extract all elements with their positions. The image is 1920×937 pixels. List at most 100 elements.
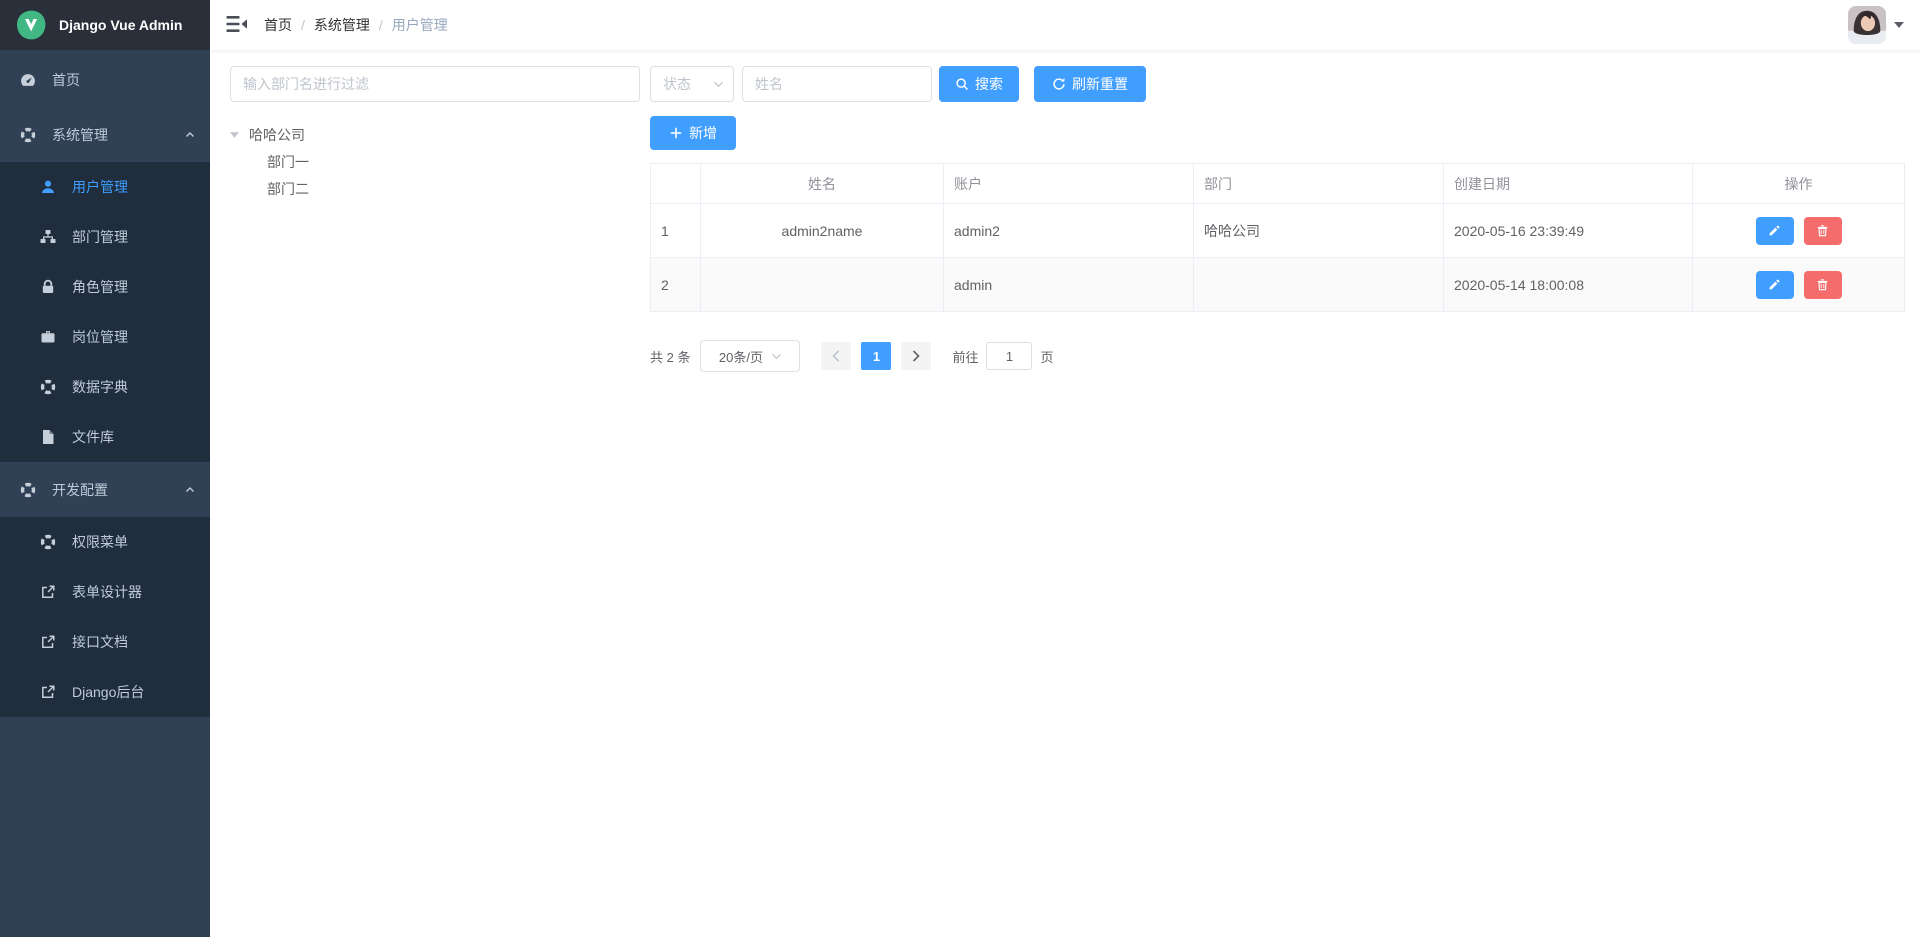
sidebar-collapse-icon[interactable] <box>226 15 248 35</box>
breadcrumb-item-system[interactable]: 系统管理 <box>314 15 370 35</box>
cell-department <box>1194 258 1444 312</box>
refresh-reset-button[interactable]: 刷新重置 <box>1034 66 1146 102</box>
sidebar: Django Vue Admin 首页 系统管理 用户管理 <box>0 0 210 937</box>
arrow-right-icon <box>912 350 920 362</box>
external-link-icon <box>40 684 56 700</box>
breadcrumb: 首页 / 系统管理 / 用户管理 <box>264 15 448 35</box>
arrow-left-icon <box>832 350 840 362</box>
department-tree: 哈哈公司 部门一 部门二 <box>230 122 640 202</box>
department-filter-input[interactable] <box>230 66 640 102</box>
external-link-icon <box>40 634 56 650</box>
briefcase-icon <box>40 329 56 345</box>
status-select-placeholder: 状态 <box>663 74 691 94</box>
search-button-label: 搜索 <box>975 74 1003 94</box>
users-table-wrap: 姓名 账户 部门 创建日期 操作 1 admin2name admin2 哈哈公 <box>650 163 1905 312</box>
org-tree-icon <box>40 229 56 245</box>
tree-node-child[interactable]: 部门二 <box>230 175 640 202</box>
breadcrumb-separator: / <box>379 17 383 33</box>
lock-icon <box>40 279 56 295</box>
user-icon <box>40 179 56 195</box>
sidebar-item-home[interactable]: 首页 <box>0 52 210 107</box>
component-icon <box>40 534 56 550</box>
filter-toolbar: 状态 搜索 刷新重置 <box>650 66 1905 102</box>
tree-node-label: 部门一 <box>267 152 309 172</box>
sidebar-item-permission-menu[interactable]: 权限菜单 <box>0 517 210 567</box>
pagination: 共 2 条 20条/页 1 <box>650 340 1905 372</box>
submenu-devconfig: 权限菜单 表单设计器 接口文档 Django后台 <box>0 517 210 717</box>
tree-node-label: 部门二 <box>267 179 309 199</box>
cell-index: 1 <box>651 204 701 258</box>
page-size-select[interactable]: 20条/页 <box>700 340 800 372</box>
table-actions-row: 新增 <box>650 116 1905 150</box>
component-icon <box>40 379 56 395</box>
sidebar-item-label: 接口文档 <box>72 632 128 652</box>
sidebar-item-departments[interactable]: 部门管理 <box>0 212 210 262</box>
sidebar-group-devconfig[interactable]: 开发配置 <box>0 462 210 517</box>
search-button[interactable]: 搜索 <box>939 66 1019 102</box>
page-number-button[interactable]: 1 <box>861 342 891 370</box>
submenu-system: 用户管理 部门管理 角色管理 岗位管理 <box>0 162 210 462</box>
main-area: 首页 / 系统管理 / 用户管理 <box>210 0 1920 372</box>
tree-node-root[interactable]: 哈哈公司 <box>230 122 640 148</box>
cell-actions <box>1693 258 1905 312</box>
sidebar-item-roles[interactable]: 角色管理 <box>0 262 210 312</box>
trash-icon <box>1816 278 1829 291</box>
edit-button[interactable] <box>1756 271 1794 299</box>
prev-page-button[interactable] <box>821 342 851 370</box>
breadcrumb-item-current: 用户管理 <box>392 15 448 35</box>
add-button-label: 新增 <box>689 123 717 143</box>
sidebar-item-label: 数据字典 <box>72 377 128 397</box>
users-table: 姓名 账户 部门 创建日期 操作 1 admin2name admin2 哈哈公 <box>650 163 1905 312</box>
sidebar-item-label: 岗位管理 <box>72 327 128 347</box>
sidebar-group-label: 系统管理 <box>52 125 108 145</box>
goto-label: 前往 <box>952 347 978 366</box>
app-logo[interactable]: Django Vue Admin <box>0 0 210 50</box>
name-filter-input[interactable] <box>742 66 932 102</box>
cell-account: admin2 <box>944 204 1194 258</box>
tree-node-child[interactable]: 部门一 <box>230 148 640 175</box>
pencil-icon <box>1768 224 1781 237</box>
user-menu[interactable] <box>1848 6 1904 44</box>
cell-created: 2020-05-16 23:39:49 <box>1444 204 1693 258</box>
edit-button[interactable] <box>1756 217 1794 245</box>
page-size-value: 20条/页 <box>719 347 763 366</box>
plus-icon <box>669 126 683 140</box>
breadcrumb-separator: / <box>301 17 305 33</box>
cell-index: 2 <box>651 258 701 312</box>
col-header-name: 姓名 <box>701 164 944 204</box>
sidebar-item-api-docs[interactable]: 接口文档 <box>0 617 210 667</box>
dashboard-icon <box>20 72 36 88</box>
breadcrumb-item-home[interactable]: 首页 <box>264 15 292 35</box>
search-icon <box>955 77 969 91</box>
caret-down-icon <box>230 132 242 138</box>
sidebar-item-posts[interactable]: 岗位管理 <box>0 312 210 362</box>
sidebar-item-files[interactable]: 文件库 <box>0 412 210 462</box>
goto-page-input[interactable] <box>986 342 1032 370</box>
sidebar-item-label: Django后台 <box>72 682 144 702</box>
app-logo-icon <box>15 9 47 41</box>
col-header-actions: 操作 <box>1693 164 1905 204</box>
navbar: 首页 / 系统管理 / 用户管理 <box>210 0 1920 50</box>
sidebar-group-system[interactable]: 系统管理 <box>0 107 210 162</box>
sidebar-item-form-designer[interactable]: 表单设计器 <box>0 567 210 617</box>
goto-unit-label: 页 <box>1040 347 1053 366</box>
external-link-icon <box>40 584 56 600</box>
next-page-button[interactable] <box>901 342 931 370</box>
sidebar-item-django-admin[interactable]: Django后台 <box>0 667 210 717</box>
sidebar-item-dictionary[interactable]: 数据字典 <box>0 362 210 412</box>
caret-down-icon <box>1894 22 1904 28</box>
sidebar-item-label: 部门管理 <box>72 227 128 247</box>
delete-button[interactable] <box>1804 271 1842 299</box>
delete-button[interactable] <box>1804 217 1842 245</box>
col-header-department: 部门 <box>1194 164 1444 204</box>
status-select[interactable]: 状态 <box>650 66 734 102</box>
sidebar-item-users[interactable]: 用户管理 <box>0 162 210 212</box>
col-header-created: 创建日期 <box>1444 164 1693 204</box>
refresh-icon <box>1052 77 1066 91</box>
table-row: 1 admin2name admin2 哈哈公司 2020-05-16 23:3… <box>651 204 1905 258</box>
pagination-goto: 前往 页 <box>952 342 1053 370</box>
add-button[interactable]: 新增 <box>650 116 736 150</box>
trash-icon <box>1816 224 1829 237</box>
user-management-panel: 状态 搜索 刷新重置 <box>650 66 1905 372</box>
table-row: 2 admin 2020-05-14 18:00:08 <box>651 258 1905 312</box>
